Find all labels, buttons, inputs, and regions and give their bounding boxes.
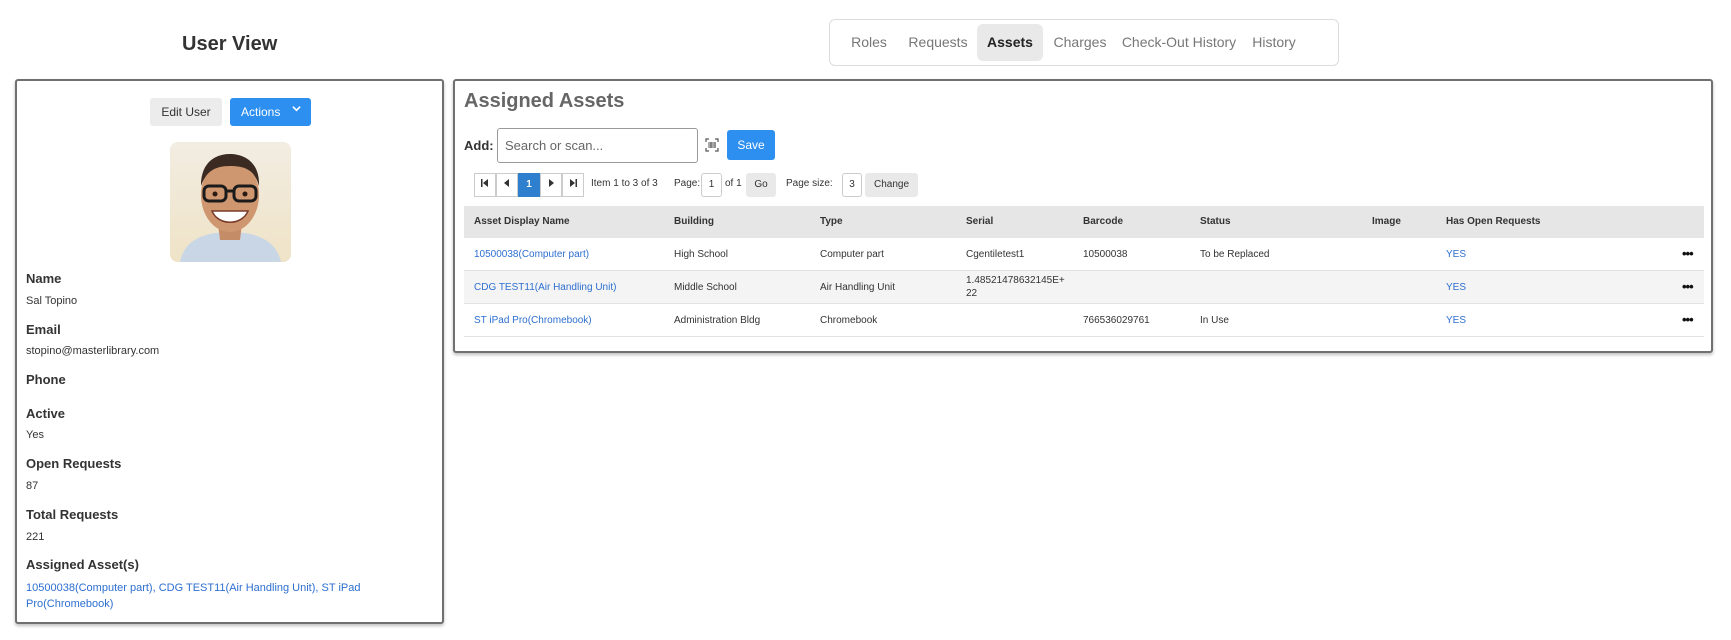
page-title: User View [182, 33, 278, 55]
page-size-input[interactable]: 3 [842, 173, 862, 197]
search-input[interactable] [497, 128, 698, 163]
column-header[interactable]: Status [1200, 206, 1231, 238]
name-value: Sal Topino [26, 295, 78, 307]
serial-cell: Cgentiletest1 [966, 249, 1025, 260]
asset-link[interactable]: CDG TEST11(Air Handling Unit) [159, 582, 316, 594]
email-value: stopino@masterlibrary.com [26, 345, 160, 357]
tab-requests[interactable]: Requests [902, 24, 974, 61]
asset-link[interactable]: 10500038(Computer part) [26, 582, 153, 594]
total-requests-label: Total Requests [26, 507, 119, 522]
tab-charges[interactable]: Charges [1047, 24, 1113, 61]
column-header[interactable]: Serial [966, 206, 993, 238]
type-cell: Air Handling Unit [820, 282, 896, 293]
column-header[interactable]: Image [1372, 206, 1401, 238]
page-label: Page: [674, 178, 701, 189]
assets-table: Asset Display Name Building Type Serial … [464, 206, 1704, 337]
building-cell: Middle School [674, 282, 737, 293]
assigned-assets-card: Assigned Assets Add: Save 1 Item 1 to 3 … [453, 79, 1713, 353]
barcode-cell: 766536029761 [1083, 315, 1150, 326]
serial-cell: 1.48521478632145E+22 [966, 275, 1065, 299]
assigned-assets-label: Assigned Asset(s) [26, 557, 139, 572]
type-cell: Chromebook [820, 315, 878, 326]
add-label: Add: [464, 138, 494, 153]
open-requests-value: 87 [26, 480, 39, 492]
user-details-card: Edit User Actions Name Sal Topino Email … [15, 79, 444, 624]
table-row[interactable]: ST iPad Pro(Chromebook) Administration B… [464, 304, 1704, 337]
name-label: Name [26, 271, 62, 286]
type-cell: Computer part [820, 249, 884, 260]
building-cell: High School [674, 249, 728, 260]
actions-button[interactable]: Actions [230, 98, 311, 126]
item-range-text: Item 1 to 3 of 3 [591, 178, 658, 189]
phone-label: Phone [26, 372, 66, 387]
open-requests-link[interactable]: YES [1446, 281, 1466, 294]
page-number-input[interactable]: 1 [701, 173, 722, 197]
chevron-down-icon [292, 104, 301, 116]
more-options-icon[interactable]: ••• [1682, 246, 1694, 261]
table-header: Asset Display Name Building Type Serial … [464, 206, 1704, 238]
table-row[interactable]: CDG TEST11(Air Handling Unit) Middle Sch… [464, 271, 1704, 304]
save-button[interactable]: Save [727, 130, 775, 160]
column-header[interactable]: Building [674, 206, 714, 238]
avatar [170, 142, 291, 262]
building-cell: Administration Bldg [674, 315, 761, 326]
tab-bar: Roles Requests Assets Charges Check-Out … [829, 19, 1339, 66]
barcode-scan-icon[interactable] [705, 138, 719, 152]
column-header[interactable]: Asset Display Name [474, 206, 570, 238]
page-total-text: of 1 [725, 178, 742, 189]
active-value: Yes [26, 429, 44, 441]
open-requests-link[interactable]: YES [1446, 314, 1466, 327]
actions-label: Actions [241, 105, 281, 119]
asset-name-link[interactable]: CDG TEST11(Air Handling Unit) [474, 281, 616, 294]
column-header[interactable]: Has Open Requests [1446, 206, 1540, 238]
prev-page-icon[interactable] [496, 173, 518, 197]
assigned-assets-list: 10500038(Computer part), CDG TEST11(Air … [26, 580, 416, 612]
edit-user-button[interactable]: Edit User [150, 98, 222, 126]
last-page-icon[interactable] [562, 173, 584, 197]
tab-checkout-history[interactable]: Check-Out History [1117, 24, 1241, 61]
total-requests-value: 221 [26, 531, 45, 543]
column-header[interactable]: Barcode [1083, 206, 1123, 238]
table-row[interactable]: 10500038(Computer part) High School Comp… [464, 238, 1704, 271]
next-page-icon[interactable] [540, 173, 562, 197]
open-requests-label: Open Requests [26, 456, 122, 471]
more-options-icon[interactable]: ••• [1682, 312, 1694, 327]
asset-name-link[interactable]: ST iPad Pro(Chromebook) [474, 314, 592, 327]
status-cell: To be Replaced [1200, 249, 1270, 260]
asset-name-link[interactable]: 10500038(Computer part) [474, 248, 589, 261]
change-button[interactable]: Change [865, 173, 918, 197]
barcode-cell: 10500038 [1083, 249, 1128, 260]
first-page-icon[interactable] [474, 173, 496, 197]
tab-history[interactable]: History [1245, 24, 1303, 61]
status-cell: In Use [1200, 315, 1229, 326]
tab-assets[interactable]: Assets [977, 24, 1043, 61]
email-label: Email [26, 322, 61, 337]
column-header[interactable]: Type [820, 206, 843, 238]
open-requests-link[interactable]: YES [1446, 248, 1466, 261]
section-title: Assigned Assets [464, 90, 625, 112]
active-label: Active [26, 406, 66, 421]
tab-roles[interactable]: Roles [840, 24, 898, 61]
go-button[interactable]: Go [746, 173, 776, 197]
page-size-label: Page size: [786, 178, 833, 189]
current-page-button[interactable]: 1 [518, 173, 540, 197]
more-options-icon[interactable]: ••• [1682, 279, 1694, 294]
